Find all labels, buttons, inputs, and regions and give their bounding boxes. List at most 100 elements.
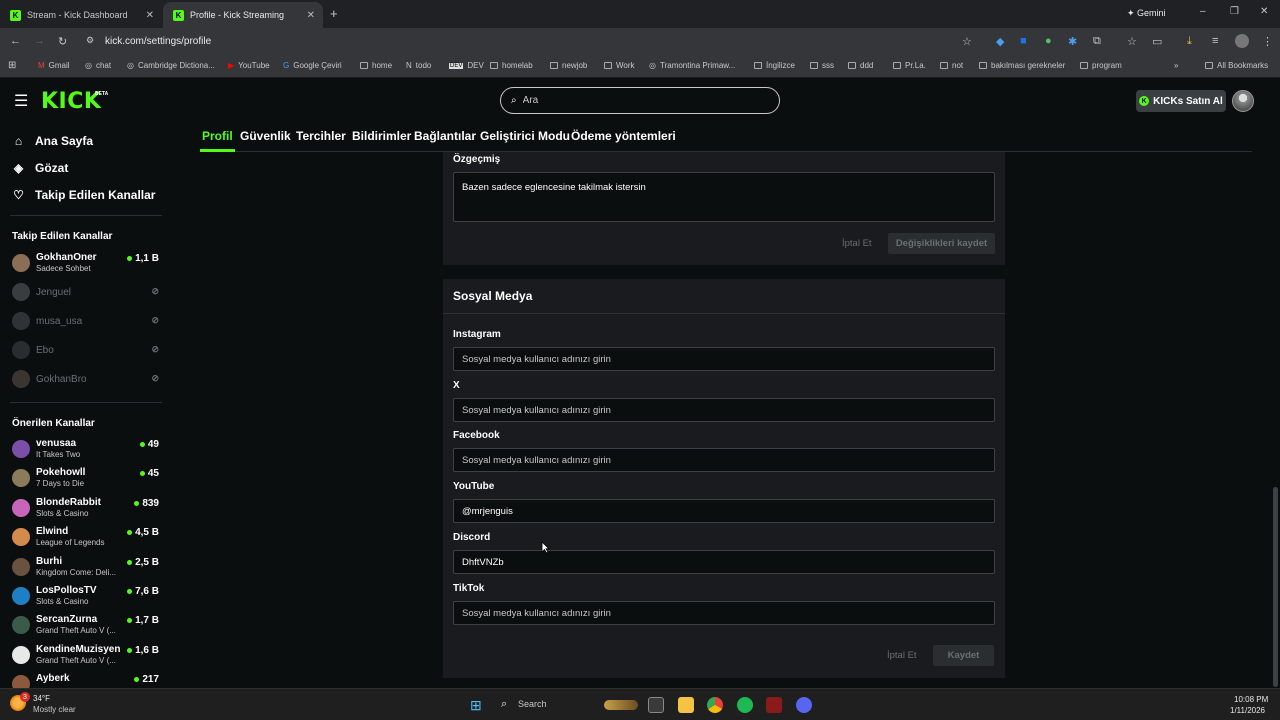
bookmark-folder[interactable]: bakılması gerekneler xyxy=(979,61,1065,70)
back-icon[interactable]: ← xyxy=(10,35,21,47)
user-avatar[interactable] xyxy=(1232,90,1254,112)
spotify-icon[interactable] xyxy=(737,697,753,713)
bookmark-item[interactable]: G Google Çeviri xyxy=(283,61,342,70)
tab-connections[interactable]: Bağlantılar xyxy=(414,129,476,143)
recommended-channel[interactable]: KendineMuzisyen Grand Theft Auto V (... 1,… xyxy=(12,643,162,671)
recommended-channel[interactable]: LosPollosTV Slots & Casino 7,6 B xyxy=(12,584,162,612)
bookmark-folder[interactable]: sss xyxy=(810,61,834,70)
close-window-icon[interactable]: ✕ xyxy=(1260,6,1268,17)
bookmark-item[interactable]: ◎ Cambridge Dictiona... xyxy=(127,61,215,70)
tab-security[interactable]: Güvenlik xyxy=(240,129,291,143)
social-input[interactable] xyxy=(462,454,994,466)
social-field[interactable] xyxy=(453,601,995,625)
bookmark-item[interactable]: DEV DEV xyxy=(449,61,484,70)
recommended-channel[interactable]: SercanZurna Grand Theft Auto V (... 1,7 B xyxy=(12,613,162,641)
more-bookmarks-icon[interactable]: » xyxy=(1174,61,1178,70)
followed-channel[interactable]: GokhanOner Sadece Sohbet 1,1 B xyxy=(12,251,162,279)
discord-icon[interactable] xyxy=(796,697,812,713)
forward-icon[interactable]: → xyxy=(34,35,45,47)
bookmark-folder[interactable]: homelab xyxy=(490,61,533,70)
taskbar-widget-icon[interactable] xyxy=(604,700,638,710)
close-tab-icon[interactable]: ✕ xyxy=(307,10,315,21)
page-scrollbar[interactable] xyxy=(1273,487,1278,687)
social-input[interactable] xyxy=(462,505,994,517)
chrome-icon[interactable] xyxy=(707,697,723,713)
social-field[interactable] xyxy=(453,448,995,472)
file-explorer-icon[interactable] xyxy=(678,697,694,713)
bookmark-folder[interactable]: newjob xyxy=(550,61,587,70)
social-input[interactable] xyxy=(462,607,994,619)
hamburger-menu-icon[interactable]: ☰ xyxy=(14,91,28,111)
extension-icon[interactable]: ◆ xyxy=(996,35,1004,48)
bio-textarea[interactable]: Bazen sadece eglencesine takilmak isters… xyxy=(453,172,995,222)
tab-payment-methods[interactable]: Ödeme yöntemleri xyxy=(571,129,676,143)
browser-tab-active[interactable]: K Profile - Kick Streaming ✕ xyxy=(163,2,323,28)
gemini-button[interactable]: ✦ Gemini xyxy=(1127,8,1166,19)
bookmark-folder[interactable]: home xyxy=(360,61,392,70)
bookmark-item[interactable]: ◎ chat xyxy=(85,61,111,70)
tab-developer-mode[interactable]: Geliştirici Modu xyxy=(480,129,570,143)
tab-profile[interactable]: Profil xyxy=(202,129,233,143)
taskbar-search[interactable]: Search xyxy=(518,699,547,709)
sidebar-item-following[interactable]: ♡ Takip Edilen Kanallar xyxy=(12,188,155,202)
bio-save-button[interactable]: Değişiklikleri kaydet xyxy=(888,233,995,254)
download-icon[interactable]: ⤓ xyxy=(1187,35,1192,48)
tab-search-icon[interactable]: ▭ xyxy=(1152,35,1162,48)
extension-icon[interactable]: ● xyxy=(1045,35,1052,47)
social-field[interactable] xyxy=(453,550,995,574)
social-input[interactable] xyxy=(462,404,994,416)
reload-icon[interactable]: ↻ xyxy=(58,35,67,48)
bookmark-folder[interactable]: ddd xyxy=(848,61,873,70)
site-info-icon[interactable]: ⚙ xyxy=(86,35,94,46)
bookmark-item[interactable]: ▶ YouTube xyxy=(228,61,270,70)
address-bar[interactable]: kick.com/settings/profile xyxy=(105,36,211,47)
extensions-puzzle-icon[interactable]: ⧉ xyxy=(1093,35,1101,48)
bookmark-item[interactable]: M Gmail xyxy=(38,61,70,70)
sidebar-item-browse[interactable]: ◈ Gözat xyxy=(12,161,68,175)
bookmark-folder[interactable]: İngilizce xyxy=(754,61,795,70)
recommended-channel[interactable]: Elwind League of Legends 4,5 B xyxy=(12,525,162,553)
recommended-channel[interactable]: BlondeRabbit Slots & Casino 839 xyxy=(12,496,162,524)
apps-grid-icon[interactable]: ⊞ xyxy=(8,60,16,71)
bookmarks-icon[interactable]: ☆ xyxy=(1127,35,1137,48)
taskbar-search-icon[interactable]: ⌕ xyxy=(501,698,507,711)
bookmark-folder[interactable]: Pr.La. xyxy=(893,61,926,70)
media-icon[interactable]: ≡ xyxy=(1212,35,1218,47)
recommended-channel[interactable]: Ayberk 217 xyxy=(12,672,162,688)
menu-dots-icon[interactable]: ⋮ xyxy=(1262,35,1273,48)
social-save-button[interactable]: Kaydet xyxy=(933,645,994,666)
bookmark-item[interactable]: ◎ Tramontina Primaw... xyxy=(649,61,735,70)
social-field[interactable] xyxy=(453,398,995,422)
browser-tab[interactable]: K Stream - Kick Dashboard ✕ xyxy=(0,2,162,28)
followed-channel[interactable]: GokhanBro ⊘ xyxy=(12,367,162,395)
app-icon[interactable] xyxy=(766,697,782,713)
recommended-channel[interactable]: Pokehowll 7 Days to Die 45 xyxy=(12,466,162,494)
extension-icon[interactable]: ■ xyxy=(1020,35,1027,47)
social-cancel-button[interactable]: İptal Et xyxy=(887,650,917,661)
buy-kicks-button[interactable]: K KICKs Satın Al xyxy=(1136,90,1226,112)
social-input[interactable] xyxy=(462,556,994,568)
windows-start-icon[interactable]: ⊞ xyxy=(470,697,482,714)
minimize-icon[interactable]: – xyxy=(1200,6,1206,17)
bookmark-star-icon[interactable]: ☆ xyxy=(962,35,972,48)
bookmark-folder[interactable]: program xyxy=(1080,61,1122,70)
kick-logo[interactable]: KICK xyxy=(41,89,101,114)
followed-channel[interactable]: musa_usa ⊘ xyxy=(12,309,162,337)
task-view-icon[interactable] xyxy=(648,697,664,713)
search-bar[interactable]: ⌕ xyxy=(500,87,780,114)
restore-icon[interactable]: ❐ xyxy=(1230,6,1239,17)
bookmark-folder[interactable]: Work xyxy=(604,61,635,70)
recommended-channel[interactable]: venusaa It Takes Two 49 xyxy=(12,437,162,465)
close-tab-icon[interactable]: ✕ xyxy=(146,10,154,21)
tab-notifications[interactable]: Bildirimler xyxy=(352,129,411,143)
all-bookmarks[interactable]: All Bookmarks xyxy=(1205,61,1268,70)
social-field[interactable] xyxy=(453,347,995,371)
social-field[interactable] xyxy=(453,499,995,523)
new-tab-icon[interactable]: + xyxy=(330,6,338,21)
sidebar-item-home[interactable]: ⌂ Ana Sayfa xyxy=(12,134,93,148)
followed-channel[interactable]: Ebo ⊘ xyxy=(12,338,162,366)
extension-icon[interactable]: ✱ xyxy=(1068,35,1077,48)
tab-preferences[interactable]: Tercihler xyxy=(296,129,346,143)
recommended-channel[interactable]: Burhi Kingdom Come: Deli... 2,5 B xyxy=(12,555,162,583)
bookmark-item[interactable]: Ntodo xyxy=(406,61,431,70)
